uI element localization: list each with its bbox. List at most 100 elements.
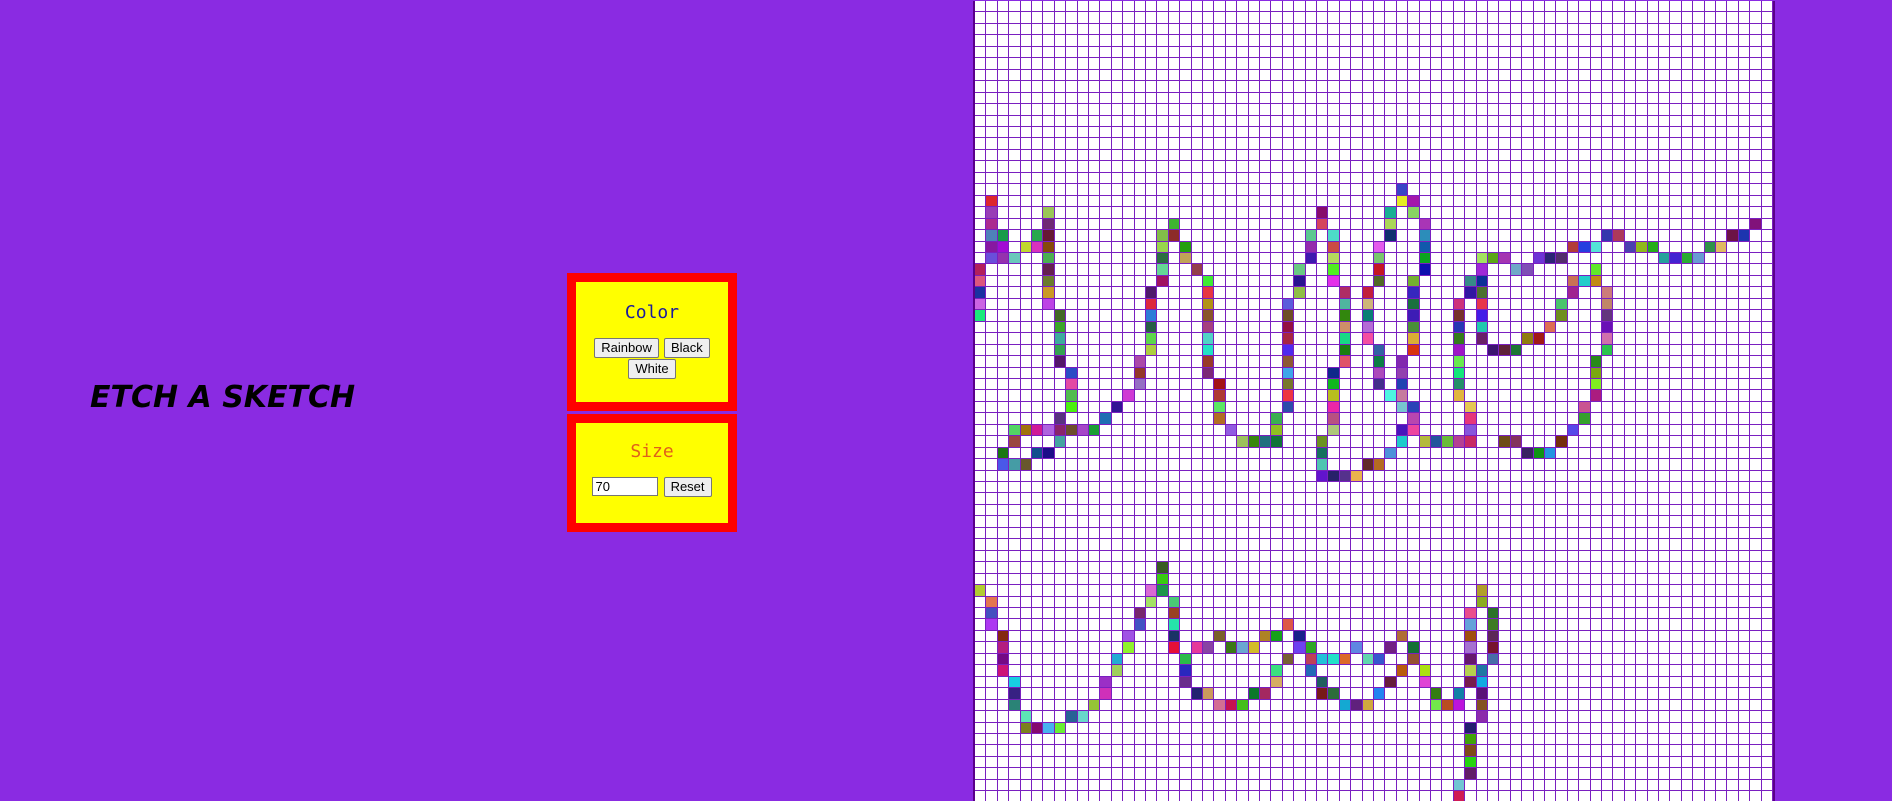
grid-cell[interactable] bbox=[1259, 287, 1272, 299]
grid-cell[interactable] bbox=[1601, 207, 1614, 219]
grid-cell[interactable] bbox=[1009, 539, 1021, 551]
grid-cell[interactable] bbox=[1476, 104, 1488, 116]
grid-cell[interactable] bbox=[1465, 550, 1477, 563]
grid-cell[interactable] bbox=[1738, 779, 1751, 792]
grid-cell[interactable] bbox=[1579, 642, 1591, 654]
grid-cell[interactable] bbox=[1556, 161, 1568, 173]
grid-cell[interactable] bbox=[1453, 378, 1466, 391]
grid-cell[interactable] bbox=[1362, 562, 1374, 574]
grid-cell[interactable] bbox=[1738, 642, 1751, 654]
grid-cell[interactable] bbox=[1145, 768, 1158, 780]
grid-cell[interactable] bbox=[1567, 230, 1580, 242]
grid-cell[interactable] bbox=[1225, 401, 1238, 414]
grid-cell[interactable] bbox=[1225, 241, 1238, 253]
grid-cell[interactable] bbox=[1373, 401, 1386, 414]
grid-cell[interactable] bbox=[1305, 81, 1317, 93]
grid-cell[interactable] bbox=[1465, 539, 1477, 551]
grid-cell[interactable] bbox=[1715, 734, 1728, 746]
grid-cell[interactable] bbox=[1579, 596, 1591, 609]
grid-cell[interactable] bbox=[1567, 35, 1580, 47]
grid-cell[interactable] bbox=[1145, 642, 1158, 654]
grid-cell[interactable] bbox=[1191, 608, 1203, 620]
grid-cell[interactable] bbox=[1658, 138, 1671, 150]
grid-cell[interactable] bbox=[1157, 184, 1169, 196]
grid-cell[interactable] bbox=[1237, 58, 1249, 70]
grid-cell[interactable] bbox=[997, 115, 1010, 127]
grid-cell[interactable] bbox=[1043, 562, 1055, 574]
grid-cell[interactable] bbox=[1738, 69, 1751, 82]
grid-cell[interactable] bbox=[1145, 378, 1158, 391]
grid-cell[interactable] bbox=[986, 344, 998, 357]
grid-cell[interactable] bbox=[1647, 642, 1659, 654]
grid-cell[interactable] bbox=[1624, 516, 1637, 528]
grid-cell[interactable] bbox=[1100, 516, 1112, 528]
grid-cell[interactable] bbox=[1157, 1, 1169, 13]
grid-cell[interactable] bbox=[1123, 779, 1135, 792]
grid-cell[interactable] bbox=[1328, 115, 1340, 127]
grid-cell[interactable] bbox=[1031, 436, 1044, 448]
grid-cell[interactable] bbox=[1430, 539, 1443, 551]
grid-cell[interactable] bbox=[1476, 12, 1488, 24]
grid-cell[interactable] bbox=[1214, 298, 1226, 311]
grid-cell[interactable] bbox=[1533, 138, 1545, 150]
grid-cell[interactable] bbox=[1271, 596, 1283, 609]
grid-cell[interactable] bbox=[1362, 424, 1374, 437]
grid-cell[interactable] bbox=[1077, 298, 1089, 311]
grid-cell[interactable] bbox=[1202, 608, 1215, 620]
grid-cell[interactable] bbox=[1522, 287, 1534, 299]
grid-cell[interactable] bbox=[1077, 310, 1089, 322]
grid-cell[interactable] bbox=[1043, 207, 1055, 219]
grid-cell[interactable] bbox=[1237, 676, 1249, 689]
grid-cell[interactable] bbox=[1693, 756, 1705, 769]
grid-cell[interactable] bbox=[1738, 184, 1751, 196]
grid-cell[interactable] bbox=[1624, 92, 1637, 105]
grid-cell[interactable] bbox=[1100, 482, 1112, 494]
grid-cell[interactable] bbox=[1362, 768, 1374, 780]
grid-cell[interactable] bbox=[1111, 653, 1124, 666]
grid-cell[interactable] bbox=[1453, 218, 1466, 231]
grid-cell[interactable] bbox=[1339, 92, 1352, 105]
grid-cell[interactable] bbox=[1544, 207, 1557, 219]
grid-cell[interactable] bbox=[1385, 92, 1397, 105]
grid-cell[interactable] bbox=[1670, 81, 1682, 93]
grid-cell[interactable] bbox=[1031, 92, 1044, 105]
grid-cell[interactable] bbox=[1442, 470, 1454, 483]
grid-cell[interactable] bbox=[1442, 138, 1454, 150]
grid-cell[interactable] bbox=[1248, 378, 1260, 391]
grid-cell[interactable] bbox=[1761, 745, 1773, 757]
grid-cell[interactable] bbox=[1613, 447, 1625, 460]
grid-cell[interactable] bbox=[1419, 356, 1431, 368]
grid-cell[interactable] bbox=[1100, 688, 1112, 700]
grid-cell[interactable] bbox=[1750, 161, 1762, 173]
grid-cell[interactable] bbox=[1590, 734, 1602, 746]
grid-cell[interactable] bbox=[1168, 768, 1181, 780]
grid-cell[interactable] bbox=[1453, 779, 1466, 792]
grid-cell[interactable] bbox=[1362, 115, 1374, 127]
grid-cell[interactable] bbox=[1351, 779, 1363, 792]
grid-cell[interactable] bbox=[1111, 104, 1124, 116]
grid-cell[interactable] bbox=[1373, 275, 1386, 288]
grid-cell[interactable] bbox=[1066, 424, 1078, 437]
grid-cell[interactable] bbox=[1009, 596, 1021, 609]
grid-cell[interactable] bbox=[1225, 779, 1238, 792]
grid-cell[interactable] bbox=[1111, 470, 1124, 483]
grid-cell[interactable] bbox=[1362, 287, 1374, 299]
grid-cell[interactable] bbox=[1430, 459, 1443, 471]
grid-cell[interactable] bbox=[1431, 791, 1443, 801]
grid-cell[interactable] bbox=[1715, 35, 1728, 47]
grid-cell[interactable] bbox=[1237, 791, 1249, 801]
grid-cell[interactable] bbox=[1362, 482, 1374, 494]
grid-cell[interactable] bbox=[1373, 596, 1386, 609]
grid-cell[interactable] bbox=[997, 264, 1010, 276]
grid-cell[interactable] bbox=[975, 688, 987, 700]
grid-cell[interactable] bbox=[1522, 745, 1534, 757]
grid-cell[interactable] bbox=[1134, 230, 1146, 242]
grid-cell[interactable] bbox=[1066, 333, 1078, 345]
grid-cell[interactable] bbox=[1704, 310, 1716, 322]
grid-cell[interactable] bbox=[975, 92, 987, 105]
grid-cell[interactable] bbox=[986, 608, 998, 620]
grid-cell[interactable] bbox=[1066, 275, 1078, 288]
grid-cell[interactable] bbox=[1396, 562, 1409, 574]
grid-cell[interactable] bbox=[1430, 252, 1443, 265]
grid-cell[interactable] bbox=[1465, 252, 1477, 265]
